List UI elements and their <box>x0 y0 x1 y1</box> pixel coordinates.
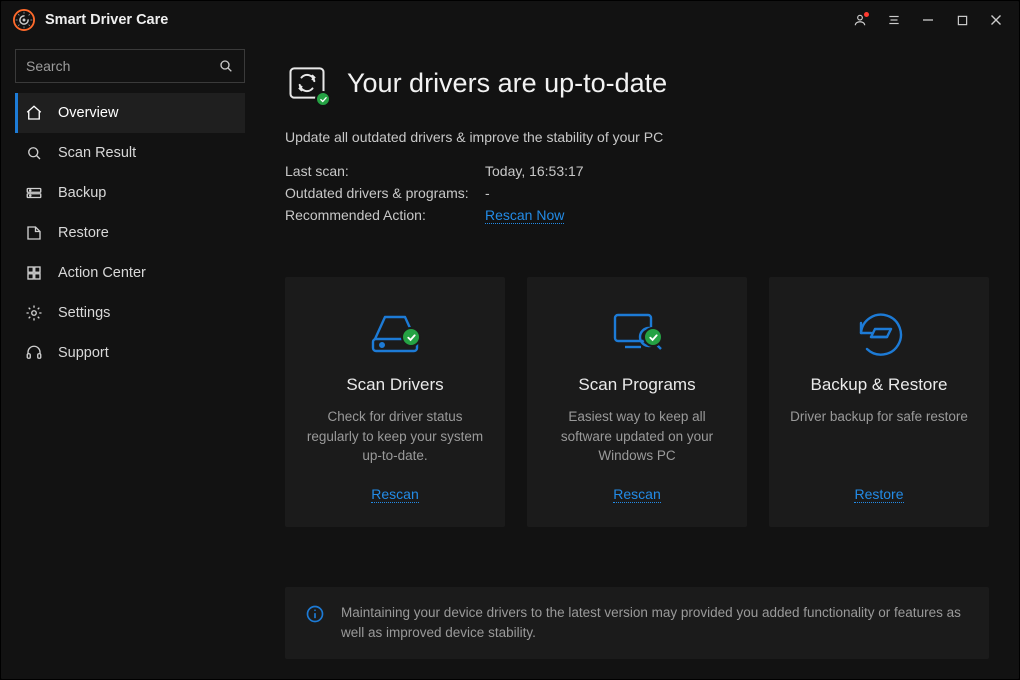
account-button[interactable] <box>843 5 877 35</box>
notification-dot-icon <box>864 12 869 17</box>
card-title: Scan Drivers <box>346 375 443 395</box>
last-scan-value: Today, 16:53:17 <box>485 163 989 179</box>
card-scan-programs: Scan Programs Easiest way to keep all so… <box>527 277 747 527</box>
restore-icon <box>24 223 44 243</box>
headset-icon <box>24 343 44 363</box>
rescan-now-link[interactable]: Rescan Now <box>485 207 564 224</box>
maximize-button[interactable] <box>945 5 979 35</box>
programs-icon <box>605 303 669 359</box>
nav-support[interactable]: Support <box>15 333 245 373</box>
last-scan-label: Last scan: <box>285 163 485 179</box>
backup-icon <box>24 183 44 203</box>
nav: Overview Scan Result Backup Restore <box>15 93 245 373</box>
scan-icon <box>24 143 44 163</box>
nav-action-center[interactable]: Action Center <box>15 253 245 293</box>
nav-settings[interactable]: Settings <box>15 293 245 333</box>
app-title: Smart Driver Care <box>45 12 168 28</box>
app-logo-group: Smart Driver Care <box>13 9 168 31</box>
nav-label: Scan Result <box>58 145 136 161</box>
card-restore-link[interactable]: Restore <box>854 472 903 503</box>
home-icon <box>24 103 44 123</box>
card-title: Backup & Restore <box>810 375 947 395</box>
card-scan-drivers: Scan Drivers Check for driver status reg… <box>285 277 505 527</box>
check-badge-icon <box>401 327 421 347</box>
drive-icon <box>363 303 427 359</box>
info-grid: Last scan: Today, 16:53:17 Outdated driv… <box>285 163 989 223</box>
nav-label: Action Center <box>58 265 146 281</box>
check-badge-icon <box>315 91 331 107</box>
status-sync-icon <box>285 61 329 105</box>
hamburger-button[interactable] <box>877 5 911 35</box>
search-icon <box>218 58 234 74</box>
info-icon <box>305 604 325 624</box>
nav-restore[interactable]: Restore <box>15 213 245 253</box>
main-content: Your drivers are up-to-date Update all o… <box>259 39 1019 679</box>
minimize-button[interactable] <box>911 5 945 35</box>
check-badge-icon <box>643 327 663 347</box>
card-desc: Check for driver status regularly to kee… <box>303 407 487 466</box>
nav-label: Overview <box>58 105 118 121</box>
card-desc: Easiest way to keep all software updated… <box>545 407 729 466</box>
nav-backup[interactable]: Backup <box>15 173 245 213</box>
card-backup-restore: Backup & Restore Driver backup for safe … <box>769 277 989 527</box>
cards-row: Scan Drivers Check for driver status reg… <box>285 277 989 527</box>
title-bar: Smart Driver Care <box>1 1 1019 39</box>
nav-label: Restore <box>58 225 109 241</box>
search-box[interactable] <box>15 49 245 83</box>
info-banner: Maintaining your device drivers to the l… <box>285 587 989 660</box>
nav-scan-result[interactable]: Scan Result <box>15 133 245 173</box>
nav-label: Backup <box>58 185 106 201</box>
card-desc: Driver backup for safe restore <box>790 407 968 427</box>
gear-icon <box>24 303 44 323</box>
sidebar: Overview Scan Result Backup Restore <box>1 39 259 679</box>
nav-label: Support <box>58 345 109 361</box>
info-banner-text: Maintaining your device drivers to the l… <box>341 603 969 644</box>
app-logo-icon <box>13 9 35 31</box>
recommended-label: Recommended Action: <box>285 207 485 223</box>
outdated-label: Outdated drivers & programs: <box>285 185 485 201</box>
restore-icon <box>847 303 911 359</box>
nav-overview[interactable]: Overview <box>15 93 245 133</box>
titlebar-buttons <box>843 5 1013 35</box>
outdated-value: - <box>485 185 989 201</box>
search-input[interactable] <box>26 58 218 74</box>
grid-icon <box>24 263 44 283</box>
nav-label: Settings <box>58 305 110 321</box>
card-rescan-link[interactable]: Rescan <box>613 472 660 503</box>
headline-title: Your drivers are up-to-date <box>347 68 667 99</box>
card-title: Scan Programs <box>578 375 695 395</box>
close-button[interactable] <box>979 5 1013 35</box>
headline: Your drivers are up-to-date <box>285 61 989 105</box>
headline-subtitle: Update all outdated drivers & improve th… <box>285 129 989 145</box>
card-rescan-link[interactable]: Rescan <box>371 472 418 503</box>
